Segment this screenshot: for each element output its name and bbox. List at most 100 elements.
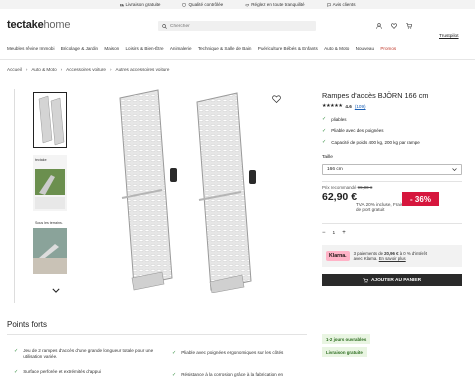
shield-check-icon (182, 2, 187, 7)
breadcrumb-item[interactable]: Accueil (7, 67, 22, 72)
klarna-learn-more-link[interactable]: En savoir plus (379, 256, 406, 261)
top-info-bar: Livraison gratuite Qualité contrôlée Rég… (0, 0, 475, 9)
nav-item[interactable]: Nouveau (356, 46, 374, 56)
topbar-item-reviews[interactable]: Avis clients (326, 2, 356, 7)
nav-item[interactable]: Meubles rêvine Immobi (7, 46, 55, 56)
divider (322, 223, 462, 224)
discount-badge: - 36% (402, 192, 439, 206)
thumbnail-1[interactable] (33, 92, 67, 148)
user-icon[interactable] (376, 23, 382, 29)
highlight-item: ✓ Jeu de 2 rampes d'accès d'une grande lo… (14, 348, 154, 359)
highlight-item: ✓ Pliable avec poignées ergonomiques sur … (172, 350, 284, 356)
check-icon: ✓ (172, 350, 177, 356)
check-icon: ✓ (14, 369, 19, 375)
topbar-label: Livraison gratuite (125, 2, 161, 7)
breadcrumb-item[interactable]: Autres accessoires voiture (116, 67, 170, 72)
site-header: tectakehome Trustpilot (0, 9, 475, 39)
nav-item[interactable]: Puériculture Bébés & Enfants (258, 46, 318, 56)
feature-item: ✓ Pliable avec des poignées (322, 127, 384, 134)
breadcrumb-item[interactable]: Accessoires voiture (66, 67, 106, 72)
nav-item[interactable]: Auto & Moto (324, 46, 349, 56)
divider (322, 181, 462, 182)
delivery-time-badge: 1-2 jours ouvrables (322, 334, 371, 344)
rating-row: ★★★★★ 4.6 (109) (322, 103, 467, 109)
check-icon: ✓ (172, 372, 177, 378)
add-to-cart-button[interactable]: AJOUTER AU PANIER (322, 274, 462, 286)
feature-item: ✓ pliables (322, 116, 347, 122)
feature-item: ✓ Capacité de poids 400 kg, 200 kg par ra… (322, 139, 420, 145)
topbar-item-quality: Qualité contrôlée (182, 2, 223, 7)
product-title: Rampes d'accès BJÖRN 166 cm (322, 91, 429, 100)
feature-list: ✓ pliables ✓ Pliable avec des poignées ✓ Ca… (322, 116, 467, 145)
thumbnail-2[interactable]: tectake (33, 155, 67, 211)
price-block: Prix recommandé 99,00 € 62,90 € TVA 20% … (322, 185, 467, 215)
klarna-banner: Klarna. 3 paiements de 20,96 € à 0 % d'i… (322, 245, 462, 267)
klarna-logo: Klarna. (326, 251, 350, 261)
product-info-panel: Rampes d'accès BJÖRN 166 cm ★★★★★ 4.6 (1… (322, 91, 467, 286)
header-icons (376, 23, 412, 29)
trustpilot-link[interactable]: Trustpilot (439, 34, 459, 39)
size-label: Taille (322, 155, 333, 160)
logo[interactable]: tectakehome (7, 19, 70, 31)
nav-item[interactable]: Bricolage & Jardin (61, 46, 98, 56)
info-thumbnail-image (33, 155, 67, 211)
thumbnail-caption: tectake (35, 158, 47, 162)
topbar-item-payment: Réglez en toute tranquilité (245, 2, 305, 7)
review-count-link[interactable]: (109) (355, 104, 366, 109)
nav-item[interactable]: Maison (104, 46, 119, 56)
breadcrumb-separator: › (60, 67, 63, 72)
highlight-item: ✓ Résistance à la corrosion grâce à la fa… (172, 372, 284, 378)
topbar-label: Qualité contrôlée (188, 2, 224, 7)
quantity-decrease-button[interactable]: − (322, 230, 326, 236)
size-select-value: 166 cm (327, 167, 343, 172)
chat-icon (326, 2, 331, 7)
nav-item[interactable]: Technique & Salle de Bain (198, 46, 252, 56)
check-icon: ✓ (14, 348, 19, 354)
breadcrumb-separator: › (109, 67, 112, 72)
add-to-wishlist-heart-icon[interactable] (272, 95, 281, 103)
thumbnail-list: tectake Sous les terrains. (33, 92, 73, 281)
topbar-label: Avis clients (332, 2, 356, 7)
rating-stars: ★★★★★ (322, 103, 343, 109)
recommended-price: Prix recommandé 99,00 € (322, 185, 373, 190)
topbar-item-shipping: Livraison gratuite (119, 2, 161, 7)
add-to-cart-label: AJOUTER AU PANIER (370, 277, 422, 283)
gallery-scroll-track (14, 89, 15, 303)
quantity-value[interactable]: 1 (333, 231, 336, 236)
old-price: 99,00 € (357, 185, 373, 190)
nav-item[interactable]: Loisirs & Bien-Être (125, 46, 163, 56)
rating-value: 4.6 (345, 103, 352, 109)
breadcrumb-separator: › (25, 67, 28, 72)
quantity-increase-button[interactable]: + (342, 230, 346, 236)
check-icon: ✓ (322, 116, 327, 122)
klarna-text: 3 paiements de 20,96 € à 0 % d'intérêt a… (353, 250, 428, 261)
breadcrumb: Accueil › Auto & Moto › Accessoires voitur… (7, 67, 169, 72)
product-main-image (119, 89, 256, 293)
chevron-down-icon (452, 168, 457, 171)
check-icon: ✓ (322, 139, 327, 145)
cart-icon[interactable] (406, 23, 412, 29)
thumbnail-3[interactable]: Sous les terrains. (33, 218, 67, 274)
chevron-down-icon[interactable] (52, 288, 60, 293)
size-select[interactable]: 166 cm (322, 164, 462, 175)
nav-item[interactable]: Animalerie (170, 46, 192, 56)
free-shipping-badge: Livraison gratuite (322, 347, 367, 357)
tax-shipping-note: TVA 20% incluse, Frais de port gratuit (356, 202, 404, 213)
wishlist-heart-icon[interactable] (391, 23, 397, 29)
nav-divider (0, 59, 475, 60)
breadcrumb-item[interactable]: Auto & Moto (31, 67, 56, 72)
lifestyle-thumbnail-image (33, 218, 67, 274)
search-input[interactable] (170, 23, 300, 29)
highlight-item: ✓ Surface perforée et extrémités d'appui (14, 369, 101, 375)
truck-icon (119, 3, 124, 7)
nav-item-promos[interactable]: Promos (380, 46, 396, 56)
topbar-label: Réglez en toute tranquilité (251, 2, 305, 7)
search-bar[interactable] (158, 21, 316, 31)
cart-icon (363, 277, 368, 283)
section-title-points-forts: Points forts (7, 320, 48, 329)
thumbnail-caption: Sous les terrains. (35, 221, 63, 225)
search-icon (162, 23, 167, 29)
check-icon: ✓ (322, 127, 327, 134)
handshake-icon (245, 3, 250, 6)
main-navigation: Meubles rêvine Immobi Bricolage & Jardin… (0, 46, 475, 56)
